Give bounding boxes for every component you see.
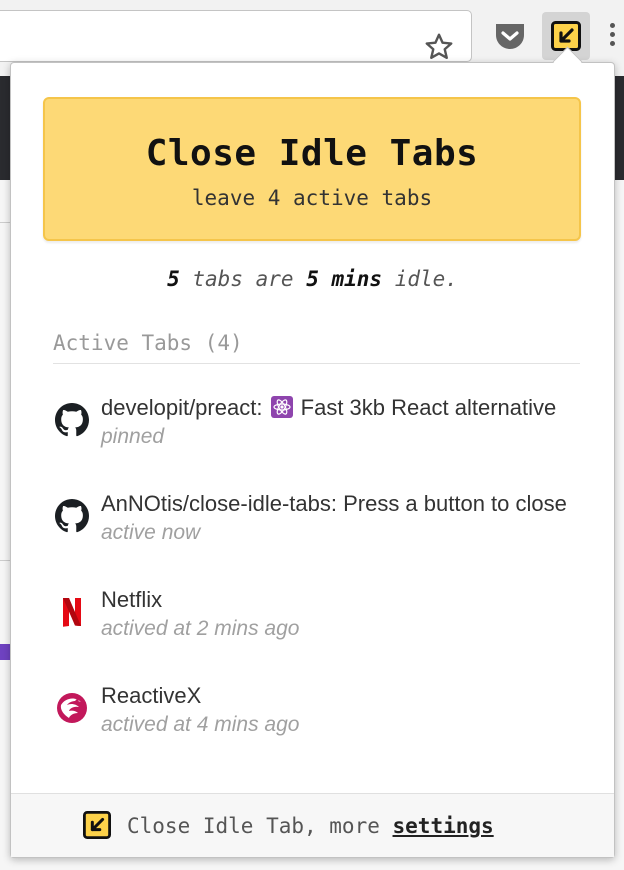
tab-status: active now: [101, 521, 201, 544]
footer-text: Close Idle Tab, more settings: [127, 814, 494, 838]
tab-title-text: developit/preact:: [101, 395, 269, 420]
active-tabs-heading: Active Tabs (4): [53, 331, 580, 364]
browser-menu-icon[interactable]: [610, 20, 618, 52]
settings-link[interactable]: settings: [393, 814, 494, 838]
idle-duration: 5 mins: [306, 267, 383, 291]
popup-footer: Close Idle Tab, more settings: [11, 793, 614, 857]
idle-text: tabs are: [179, 267, 307, 291]
close-idle-tabs-logo-icon: [83, 811, 111, 839]
bookmark-star-icon[interactable]: [423, 31, 455, 63]
background-divider: [0, 222, 10, 223]
pocket-icon[interactable]: [493, 20, 527, 52]
close-idle-tabs-button[interactable]: Close Idle Tabs leave 4 active tabs: [43, 97, 581, 241]
background-divider: [0, 560, 10, 561]
tab-item[interactable]: ReactiveX actived at 4 mins ago: [55, 683, 571, 753]
tab-item[interactable]: AnNOtis/close-idle-tabs: Press a button …: [55, 491, 571, 561]
tab-title: Netflix: [101, 587, 163, 612]
background-page-header-right: [614, 76, 624, 180]
idle-count: 5: [167, 267, 180, 291]
tab-item[interactable]: developit/preact: Fast 3kb React alterna…: [55, 395, 571, 465]
github-icon: [55, 403, 89, 437]
idle-summary: 5 tabs are 5 mins idle.: [11, 267, 614, 291]
extension-popup: Close Idle Tabs leave 4 active tabs 5 ta…: [10, 62, 615, 858]
tab-title-text: Fast 3kb React alternative: [294, 395, 557, 420]
tab-title: AnNOtis/close-idle-tabs: Press a button …: [101, 491, 571, 516]
background-page-header: [0, 76, 10, 180]
tab-item[interactable]: Netflix actived at 2 mins ago: [55, 587, 571, 657]
address-bar[interactable]: [0, 10, 472, 62]
tab-title: ReactiveX: [101, 683, 202, 708]
github-icon: [55, 499, 89, 533]
reactivex-icon: [57, 693, 87, 723]
tab-status: actived at 4 mins ago: [101, 713, 300, 736]
background-purple-bar: [0, 644, 10, 660]
netflix-icon: [63, 598, 81, 627]
tab-status: pinned: [101, 425, 165, 448]
close-button-subtitle: leave 4 active tabs: [191, 186, 433, 210]
idle-text-end: idle.: [382, 267, 458, 291]
close-button-title: Close Idle Tabs: [145, 133, 479, 174]
atom-emoji-icon: [270, 396, 293, 418]
tab-title: developit/preact: Fast 3kb React alterna…: [101, 395, 571, 421]
tab-status: actived at 2 mins ago: [101, 617, 300, 640]
footer-label: Close Idle Tab, more: [127, 814, 393, 838]
